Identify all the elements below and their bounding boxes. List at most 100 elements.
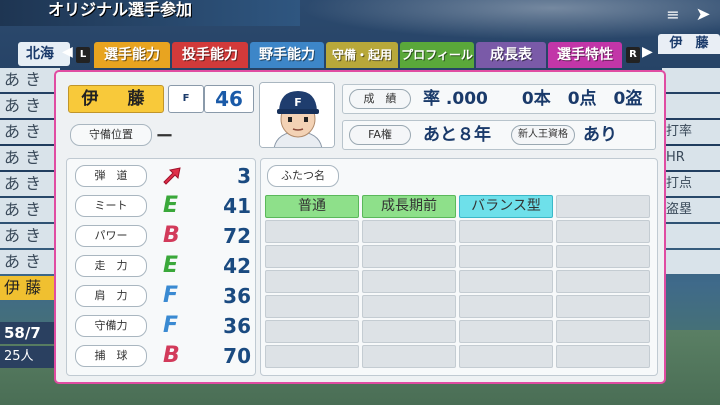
roster-right-item: 打点 <box>662 172 720 196</box>
stat-label: 弾 道 <box>75 165 147 187</box>
stadium-lights <box>300 0 720 40</box>
ability-cell-empty[interactable] <box>362 345 456 368</box>
ability-cell-empty[interactable] <box>556 195 650 218</box>
arrow-icon[interactable]: ➤ <box>692 4 714 26</box>
tab-extra[interactable]: 伊 藤 <box>658 34 720 54</box>
ability-cell-empty[interactable] <box>556 270 650 293</box>
ability-cell[interactable]: バランス型 <box>459 195 553 218</box>
ability-cell-empty[interactable] <box>362 295 456 318</box>
ability-cell-empty[interactable] <box>362 320 456 343</box>
roster-item[interactable]: あ き <box>0 120 60 144</box>
ability-cell-empty[interactable] <box>459 245 553 268</box>
position-label: 守備位置 <box>70 124 152 146</box>
ability-cell-empty[interactable] <box>362 270 456 293</box>
stat-value: 41 <box>223 194 251 218</box>
roster-right-item: HR <box>662 146 720 170</box>
stat-grade: F <box>163 313 179 338</box>
tab-growth[interactable]: 成長表 <box>476 42 546 68</box>
roster-item[interactable]: あ き <box>0 68 60 92</box>
record-box: 成 績 率 .000 0本 0点 0盗 <box>342 84 656 114</box>
roster-right-item <box>662 68 720 92</box>
ability-cell[interactable]: 成長期前 <box>362 195 456 218</box>
tab-pitcher-ability[interactable]: 投手能力 <box>172 42 248 68</box>
roster-item[interactable]: あ き <box>0 250 60 274</box>
tab-player-traits[interactable]: 選手特性 <box>548 42 622 68</box>
stat-value: 36 <box>223 284 251 308</box>
stat-row: 走 力 E 42 <box>75 253 251 278</box>
ability-cell-empty[interactable] <box>362 220 456 243</box>
roster-people: 25人 <box>0 346 60 368</box>
roster-item-selected[interactable]: 伊 藤 <box>0 276 60 300</box>
nickname-label: ふたつ名 <box>267 165 339 187</box>
stats-panel: 弾 道 3 ミート E 41 パワー B 72 走 力 E 42 肩 力 F 3… <box>66 158 256 376</box>
ability-grid: 普通 成長期前 バランス型 <box>265 195 653 368</box>
roster-right-item: 打率 <box>662 120 720 144</box>
stat-label: 守備力 <box>75 315 147 337</box>
ability-cell-empty[interactable] <box>459 220 553 243</box>
fa-label: FA権 <box>349 125 411 145</box>
roster-right-item <box>662 250 720 274</box>
roster-right-item: 盗塁 <box>662 198 720 222</box>
stat-grade: E <box>163 193 179 218</box>
team-logo-icon: F <box>168 85 204 113</box>
menu-icon[interactable]: ≡ <box>662 4 684 26</box>
stat-row: ミート E 41 <box>75 193 251 218</box>
record-label: 成 績 <box>349 89 411 109</box>
stat-label: 肩 力 <box>75 285 147 307</box>
tab-prev-arrow-icon[interactable]: ◀ <box>62 44 73 60</box>
tab-fielder-ability[interactable]: 野手能力 <box>250 42 324 68</box>
roster-right-item <box>662 94 720 118</box>
tab-next-arrow-icon[interactable]: ▶ <box>642 44 653 60</box>
ability-cell-empty[interactable] <box>556 220 650 243</box>
stat-value: 3 <box>237 164 251 188</box>
stat-grade: B <box>163 343 180 368</box>
stat-row: 肩 力 F 36 <box>75 283 251 308</box>
tab-defense[interactable]: 守備・起用 <box>326 42 398 68</box>
stat-row: 弾 道 3 <box>75 164 251 188</box>
stat-label: 走 力 <box>75 255 147 277</box>
player-detail-panel: 伊 藤 F 46 守備位置 ー F 成 績 率 .000 0本 0点 0盗 FA… <box>54 70 666 384</box>
roster-item[interactable]: あ き <box>0 172 60 196</box>
screen-title: オリジナル選手参加 <box>0 0 300 26</box>
l-button-icon[interactable]: L <box>76 47 90 63</box>
ability-cell-empty[interactable] <box>265 220 359 243</box>
ability-cell-empty[interactable] <box>459 270 553 293</box>
ability-cell-empty[interactable] <box>459 345 553 368</box>
ability-cell-empty[interactable] <box>265 245 359 268</box>
roster-right-item <box>662 224 720 248</box>
ability-cell-empty[interactable] <box>265 320 359 343</box>
stat-label: ミート <box>75 195 147 217</box>
stat-value: 72 <box>223 224 251 248</box>
avatar-face-icon: F <box>260 83 334 147</box>
r-button-icon[interactable]: R <box>626 47 640 63</box>
roster-item[interactable]: あ き <box>0 146 60 170</box>
roster-item[interactable]: あ き <box>0 198 60 222</box>
rookie-label: 新人王資格 <box>511 125 575 145</box>
uniform-number: 46 <box>204 85 254 113</box>
abilities-panel: ふたつ名 普通 成長期前 バランス型 <box>260 158 658 376</box>
ability-cell-empty[interactable] <box>265 345 359 368</box>
ability-cell-empty[interactable] <box>265 295 359 318</box>
ability-cell-empty[interactable] <box>459 295 553 318</box>
ability-cell-empty[interactable] <box>556 320 650 343</box>
ability-cell-empty[interactable] <box>556 345 650 368</box>
player-name: 伊 藤 <box>68 85 164 113</box>
ability-cell-empty[interactable] <box>265 270 359 293</box>
trajectory-arrow-icon <box>163 167 181 185</box>
ability-cell-empty[interactable] <box>556 245 650 268</box>
roster-item[interactable]: あ き <box>0 94 60 118</box>
stat-value: 42 <box>223 254 251 278</box>
stat-grade: B <box>163 223 180 248</box>
tab-player-ability[interactable]: 選手能力 <box>94 42 170 68</box>
fa-text: あと８年 <box>423 125 491 145</box>
ability-cell-empty[interactable] <box>556 295 650 318</box>
stat-grade: F <box>163 283 179 308</box>
tab-profile[interactable]: プロフィール <box>400 42 474 68</box>
ability-cell[interactable]: 普通 <box>265 195 359 218</box>
ability-cell-empty[interactable] <box>362 245 456 268</box>
stat-label: パワー <box>75 225 147 247</box>
stat-value: 36 <box>223 314 251 338</box>
ability-cell-empty[interactable] <box>459 320 553 343</box>
roster-item[interactable]: あ き <box>0 224 60 248</box>
roster-count: 58/7 <box>0 322 60 344</box>
